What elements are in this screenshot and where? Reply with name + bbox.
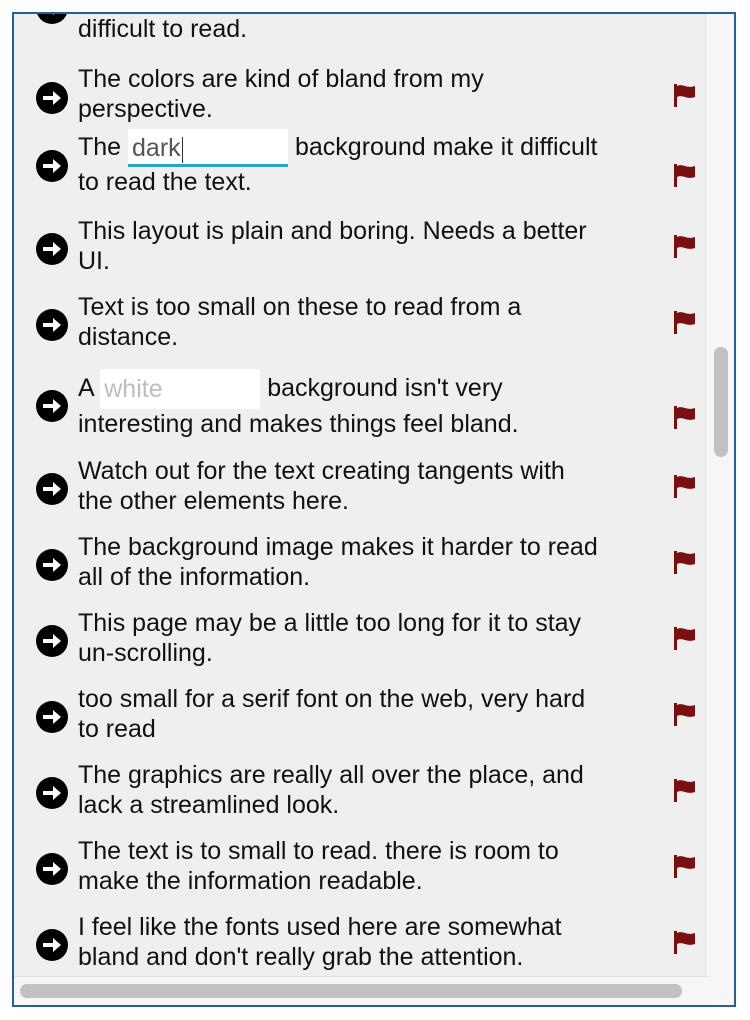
horizontal-scroll-thumb[interactable] [20, 984, 682, 998]
comment-text: difficult to read. [78, 14, 668, 44]
comment-line: the other elements here. [78, 487, 349, 515]
comment-text-after: background make it difficult [288, 133, 598, 161]
flag-icon[interactable] [672, 777, 698, 803]
comment-line: to read [78, 715, 156, 743]
vertical-scrollbar[interactable] [705, 14, 734, 979]
flag-icon[interactable] [672, 309, 698, 335]
comment-text: The text is to small to read. there is r… [78, 836, 668, 896]
scrollbar-corner [706, 977, 734, 1005]
comment-line: interesting and makes things feel bland. [78, 410, 519, 439]
comment-text-before: A [78, 374, 101, 402]
arrow-right-circle-icon[interactable] [36, 390, 68, 422]
flag-icon[interactable] [672, 549, 698, 575]
comment-text: too small for a serif font on the web, v… [78, 684, 668, 744]
arrow-right-circle-icon[interactable] [36, 233, 68, 265]
comment-text: Watch out for the text creating tangents… [78, 456, 668, 516]
comment-text: The colors are kind of bland from my per… [78, 64, 668, 124]
comment-line: all of the information. [78, 563, 311, 591]
arrow-right-circle-icon[interactable] [36, 625, 68, 657]
arrow-right-circle-icon[interactable] [36, 150, 68, 182]
arrow-right-circle-icon[interactable] [36, 929, 68, 961]
comment-line: This layout is plain and boring. Needs a… [78, 217, 587, 245]
comments-panel: difficult to read. The colors are kind o… [12, 12, 736, 1007]
comment-text: Text is too small on these to read from … [78, 292, 668, 352]
flag-icon[interactable] [672, 473, 698, 499]
arrow-right-circle-icon[interactable] [36, 82, 68, 114]
flag-icon[interactable] [672, 625, 698, 651]
comment-text-after: background isn't very [260, 374, 503, 402]
comment-line: too small for a serif font on the web, v… [78, 685, 586, 713]
arrow-right-circle-icon[interactable] [36, 473, 68, 505]
comment-line: lack a streamlined look. [78, 791, 340, 819]
arrow-right-circle-icon[interactable] [36, 777, 68, 809]
comment-line: make the information readable. [78, 867, 423, 895]
arrow-right-circle-icon[interactable] [36, 14, 68, 24]
horizontal-scrollbar[interactable] [14, 976, 710, 1005]
comment-line: I feel like the fonts used here are some… [78, 913, 562, 941]
arrow-right-circle-icon[interactable] [36, 853, 68, 885]
comment-text: The background image makes it harder to … [78, 532, 668, 592]
color-input[interactable]: white [100, 369, 261, 410]
flag-icon[interactable] [672, 929, 698, 955]
comment-line: perspective. [78, 95, 213, 123]
color-input[interactable]: dark [128, 129, 289, 168]
comment-text: The dark background make it difficult to… [78, 128, 668, 197]
vertical-scroll-thumb[interactable] [714, 347, 728, 457]
arrow-right-circle-icon[interactable] [36, 701, 68, 733]
comment-line: Text is too small on these to read from … [78, 293, 522, 321]
comment-line: Watch out for the text creating tangents… [78, 457, 565, 485]
comment-text: This layout is plain and boring. Needs a… [78, 216, 668, 276]
comment-line: The colors are kind of bland from my [78, 65, 484, 93]
flag-icon[interactable] [672, 701, 698, 727]
comment-text: I feel like the fonts used here are some… [78, 912, 668, 972]
comment-line: This page may be a little too long for i… [78, 609, 582, 637]
comment-line: The text is to small to read. there is r… [78, 837, 559, 865]
arrow-right-circle-icon[interactable] [36, 549, 68, 581]
flag-icon[interactable] [672, 853, 698, 879]
comment-line: distance. [78, 323, 179, 351]
flag-icon[interactable] [672, 82, 698, 108]
comment-text: A white background isn't very interestin… [78, 368, 668, 439]
comment-line: The graphics are really all over the pla… [78, 761, 584, 789]
comment-line: un-scrolling. [78, 639, 213, 667]
comment-line: difficult to read. [78, 15, 248, 43]
flag-icon[interactable] [672, 404, 698, 430]
flag-icon[interactable] [672, 233, 698, 259]
comment-line: to read the text. [78, 168, 252, 197]
comment-line: UI. [78, 247, 110, 275]
arrow-right-circle-icon[interactable] [36, 309, 68, 341]
comment-text-before: The [78, 133, 129, 161]
comment-text: This page may be a little too long for i… [78, 608, 668, 668]
comment-text: The graphics are really all over the pla… [78, 760, 668, 820]
comment-line: bland and don't really grab the attentio… [78, 943, 524, 971]
comment-line: The background image makes it harder to … [78, 533, 598, 561]
flag-icon[interactable] [672, 162, 698, 188]
